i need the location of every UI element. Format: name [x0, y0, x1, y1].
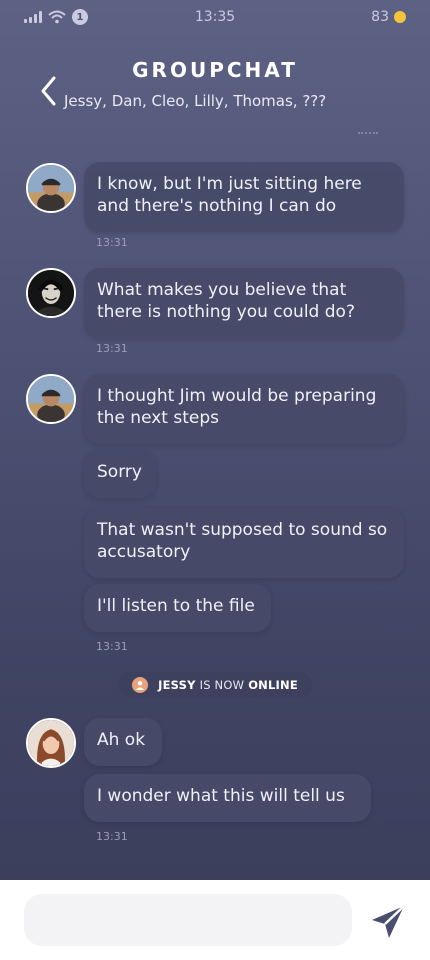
message-timestamp: 13:31	[96, 236, 128, 249]
message-bubble: Sorry	[84, 450, 156, 498]
battery-level: 83	[371, 9, 389, 25]
scroll-hint	[358, 132, 378, 134]
message-text: I thought Jim would be preparing the nex…	[97, 386, 377, 428]
signal-icon	[24, 11, 42, 23]
status-right: 83	[371, 9, 406, 25]
message-timestamp: 13:31	[96, 830, 128, 843]
wifi-icon	[48, 10, 66, 24]
chat-title: GROUPCHAT	[132, 58, 298, 82]
notice-text: IS NOW	[199, 678, 245, 692]
avatar-woman-image	[28, 720, 74, 766]
message-text: That wasn't supposed to sound so accusat…	[97, 520, 388, 562]
user-icon	[132, 677, 149, 693]
send-icon	[372, 905, 405, 938]
avatar-masked-figure-image	[28, 270, 74, 316]
notice-status: ONLINE	[248, 678, 298, 692]
chat-header: GROUPCHAT Jessy, Dan, Cleo, Lilly, Thoma…	[0, 56, 430, 120]
message-input[interactable]	[24, 894, 352, 946]
avatar-masked-figure[interactable]	[26, 268, 76, 318]
avatar-man-cap[interactable]	[26, 374, 76, 424]
status-left: 1	[24, 9, 88, 25]
message-bubble: Ah ok	[84, 718, 162, 766]
message-bubble: I thought Jim would be preparing the nex…	[84, 374, 404, 444]
avatar-woman[interactable]	[26, 718, 76, 768]
send-button[interactable]	[366, 900, 410, 944]
message-text: Ah ok	[97, 730, 146, 750]
online-status-notice: JESSY IS NOW ONLINE	[118, 672, 312, 698]
message-timestamp: 13:31	[96, 640, 128, 653]
message-bubble: I know, but I'm just sitting here and th…	[84, 162, 404, 232]
message-text: I know, but I'm just sitting here and th…	[97, 174, 362, 216]
status-bar: 1 13:35 83	[0, 0, 430, 34]
message-text: What makes you believe that there is not…	[97, 280, 355, 322]
message-bubble: I wonder what this will tell us	[84, 774, 371, 822]
message-timestamp: 13:31	[96, 342, 128, 355]
avatar-man-cap-image	[28, 376, 74, 422]
message-composer	[0, 880, 430, 960]
message-bubble: What makes you believe that there is not…	[84, 268, 404, 338]
message-text: I'll listen to the file	[97, 596, 255, 616]
coin-icon	[394, 11, 406, 23]
avatar-man-cap[interactable]	[26, 163, 76, 213]
message-text: I wonder what this will tell us	[97, 786, 345, 806]
avatar-man-cap-image	[28, 165, 74, 211]
message-bubble: That wasn't supposed to sound so accusat…	[84, 508, 404, 578]
message-text: Sorry	[97, 462, 142, 482]
notification-badge: 1	[72, 9, 88, 25]
member-list: Jessy, Dan, Cleo, Lilly, Thomas, ???	[64, 92, 327, 110]
notice-name: JESSY	[158, 678, 196, 692]
message-bubble: I'll listen to the file	[84, 584, 271, 632]
